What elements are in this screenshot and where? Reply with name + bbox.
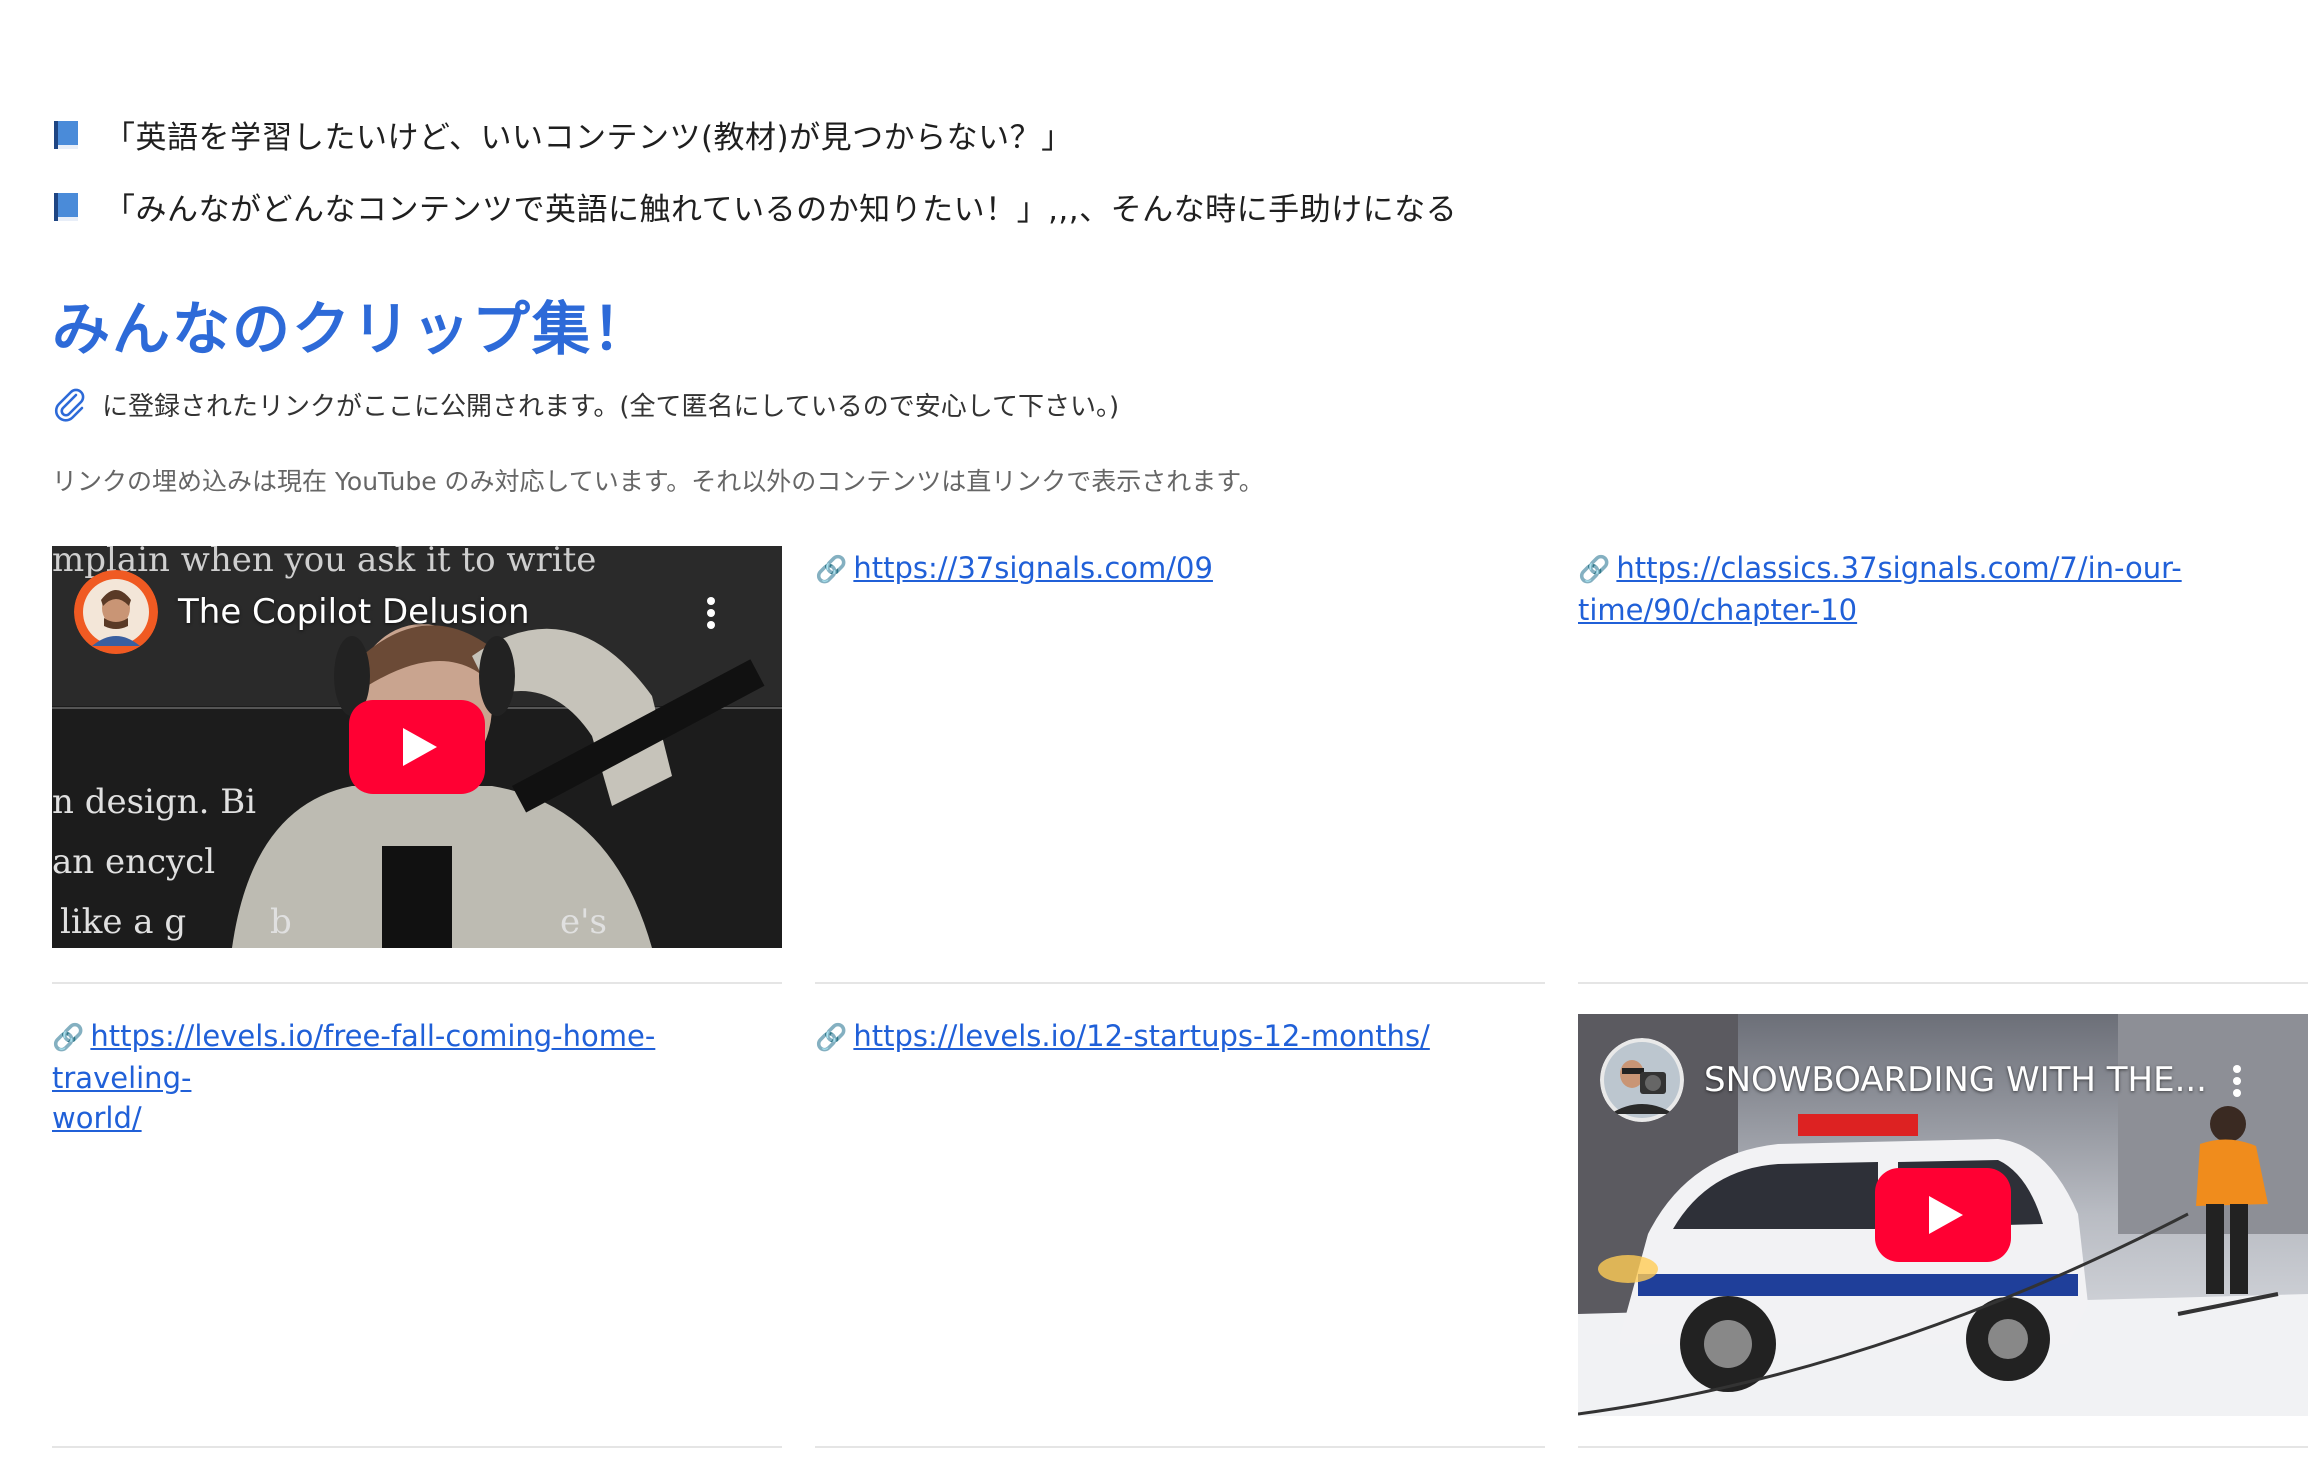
clip-link[interactable]: https://classics.37signals.com/7/in-our- [1616, 551, 2181, 585]
clip-link[interactable]: https://37signals.com/09 [853, 551, 1213, 585]
overlay-text: e's [560, 902, 607, 942]
link-row: 🔗 https://classics.37signals.com/7/in-our… [1578, 546, 2308, 630]
channel-avatar[interactable] [1600, 1038, 1684, 1122]
link-row: 🔗 https://37signals.com/09 [815, 546, 1545, 590]
card-divider [1578, 982, 2308, 984]
intro-text-1: 「英語を学習したいけど、いいコンテンツ(教材)が見つからない？」 [104, 120, 1073, 156]
youtube-embed[interactable]: SNOWBOARDING WITH THE... [1578, 1014, 2308, 1416]
link-icon: 🔗 [815, 1023, 848, 1053]
video-title[interactable]: SNOWBOARDING WITH THE... [1704, 1060, 2207, 1100]
clip-card-video-copilot: mplain when you ask it to write n design… [52, 546, 782, 986]
more-vert-icon[interactable] [706, 596, 716, 630]
link-icon: 🔗 [815, 555, 848, 585]
clip-link[interactable]: https://levels.io/12-startups-12-months/ [853, 1019, 1429, 1053]
video-title-bar: The Copilot Delusion [74, 570, 530, 654]
overlay-text: b [270, 902, 292, 942]
blue-book-icon [52, 191, 82, 223]
link-icon: 🔗 [52, 1023, 85, 1053]
clip-card-video-snowboarding: SNOWBOARDING WITH THE... [1578, 1014, 2308, 1454]
play-button-icon[interactable] [349, 700, 485, 794]
youtube-embed[interactable]: mplain when you ask it to write n design… [52, 546, 782, 948]
play-button-icon[interactable] [1875, 1168, 2011, 1262]
page-title: みんなのクリップ集！ [52, 295, 653, 363]
video-title-bar: SNOWBOARDING WITH THE... [1600, 1038, 2207, 1122]
clip-link[interactable]: https://levels.io/free-fall-coming-home-… [52, 1019, 655, 1095]
card-divider [52, 1446, 782, 1448]
intro-line-1: 「英語を学習したいけど、いいコンテンツ(教材)が見つからない？」 [52, 112, 1073, 157]
card-divider [815, 982, 1545, 984]
registration-note: に登録されたリンクがここに公開されます。(全て匿名にしているので安心して下さい。… [52, 386, 1119, 423]
intro-line-2: 「みんながどんなコンテンツで英語に触れているのか知りたい！」,,,、そんな時に手… [52, 184, 1457, 229]
overlay-text: an encycl [52, 842, 216, 882]
clips-page: 「英語を学習したいけど、いいコンテンツ(教材)が見つからない？」 「みんながどん… [0, 0, 2314, 1466]
clip-card-link-levels-freefall: 🔗 https://levels.io/free-fall-coming-home… [52, 1014, 782, 1454]
link-icon: 🔗 [1578, 555, 1611, 585]
clip-link-continued[interactable]: world/ [52, 1101, 142, 1135]
clip-card-link-classics: 🔗 https://classics.37signals.com/7/in-our… [1578, 546, 2308, 986]
link-row: 🔗 https://levels.io/free-fall-coming-home… [52, 1014, 782, 1138]
overlay-text: like a g [60, 902, 187, 942]
clip-card-link-levels-startups: 🔗 https://levels.io/12-startups-12-months… [815, 1014, 1545, 1454]
video-title[interactable]: The Copilot Delusion [178, 592, 530, 632]
clip-card-link-37signals: 🔗 https://37signals.com/09 [815, 546, 1545, 986]
channel-avatar[interactable] [74, 570, 158, 654]
card-divider [1578, 1446, 2308, 1448]
clip-link-continued[interactable]: time/90/chapter-10 [1578, 593, 1857, 627]
card-divider [815, 1446, 1545, 1448]
overlay-text: n design. Bi [52, 782, 257, 822]
blue-book-icon [52, 119, 82, 151]
link-row: 🔗 https://levels.io/12-startups-12-months… [815, 1014, 1545, 1058]
intro-text-2: 「みんながどんなコンテンツで英語に触れているのか知りたい！」,,,、そんな時に手… [104, 192, 1458, 228]
embed-support-note: リンクの埋め込みは現在 YouTube のみ対応しています。それ以外のコンテンツ… [52, 467, 1264, 496]
more-vert-icon[interactable] [2232, 1064, 2242, 1098]
registration-note-text: に登録されたリンクがここに公開されます。(全て匿名にしているので安心して下さい。… [102, 392, 1120, 422]
card-divider [52, 982, 782, 984]
paperclip-icon [52, 387, 88, 423]
